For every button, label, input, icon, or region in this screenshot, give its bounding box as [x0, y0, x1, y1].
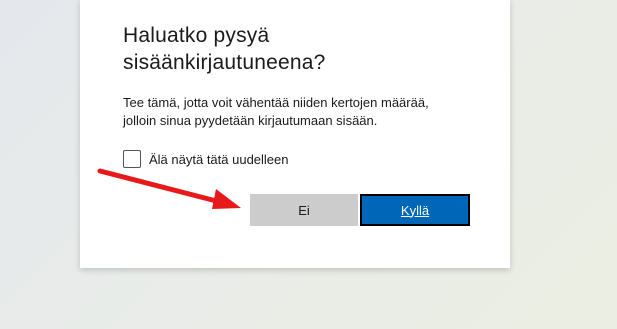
dialog-description: Tee tämä, jotta voit vähentää niiden ker…: [123, 94, 503, 130]
dialog-description-line2: jolloin sinua pyydetään kirjautumaan sis…: [123, 113, 378, 128]
yes-button[interactable]: Kyllä: [360, 194, 470, 226]
dialog-title-line2: sisäänkirjautuneena?: [123, 51, 326, 74]
red-arrow-icon: [97, 168, 241, 209]
dialog-title: Haluatko pysyä sisäänkirjautuneena?: [123, 22, 483, 76]
dialog-description-line1: Tee tämä, jotta voit vähentää niiden ker…: [123, 95, 429, 110]
stay-signed-in-dialog: Haluatko pysyä sisäänkirjautuneena? Tee …: [80, 0, 510, 268]
no-button[interactable]: Ei: [250, 194, 358, 226]
dialog-title-line1: Haluatko pysyä: [123, 24, 270, 47]
